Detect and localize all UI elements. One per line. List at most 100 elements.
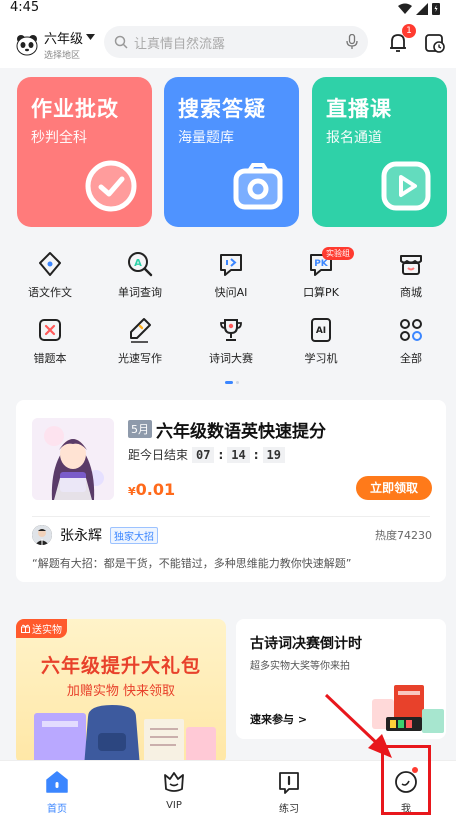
course-price: ¥0.01 (128, 480, 175, 499)
history-button[interactable] (424, 32, 446, 54)
course-quote: “解题有大招：都是干货，不能错过，多种思维能力教你快速解题” (32, 557, 352, 570)
quick-entry-label: 快问AI (214, 286, 248, 299)
highlight-box (381, 745, 431, 815)
page-dot (236, 381, 239, 384)
month-badge: 5月 (128, 420, 152, 438)
poetry-subtitle: 超多实物大奖等你来拍 (250, 661, 350, 672)
quick-entry-composition[interactable]: 语文作文 (15, 250, 85, 306)
poetry-title: 古诗词决赛倒计时 (250, 636, 362, 652)
gift-package-card[interactable]: 送实物 六年级提升大礼包 加赠实物 快来领取 (16, 619, 226, 764)
mistake-book-icon (39, 319, 61, 341)
status-icons (398, 2, 440, 15)
search-answer-card[interactable]: 搜索答疑 海量题库 (164, 77, 299, 227)
tab-label: 练习 (279, 804, 299, 815)
quick-entry-shop[interactable]: 商城 (376, 250, 446, 306)
currency-symbol: ¥ (128, 485, 136, 498)
ai-chat-icon (220, 254, 242, 276)
quick-entry-label: 光速写作 (118, 352, 162, 365)
grade-selector[interactable]: 六年级 选择地区 (16, 28, 96, 61)
quick-entry-label: 错题本 (33, 352, 67, 365)
quick-writing-icon (130, 318, 151, 343)
tab-vip[interactable]: VIP (144, 769, 204, 811)
vip-icon (164, 772, 184, 792)
course-promo-card[interactable]: 5月 六年级数语英快速提分 距今日结束 07: 14: 19 ¥0.01 立即领… (16, 400, 446, 582)
wifi-icon (398, 3, 412, 14)
card-subtitle: 秒判全科 (31, 130, 87, 146)
signal-icon (416, 2, 428, 15)
panda-avatar-icon (16, 34, 38, 55)
status-bar: 4:45 (0, 0, 456, 20)
avatar (32, 525, 52, 545)
quick-entry-mental-math-pk[interactable]: PK 实验组 口算PK (286, 247, 356, 306)
quick-entry-label: 全部 (400, 352, 422, 365)
card-subtitle: 海量题库 (178, 130, 234, 146)
page-dot-active (225, 381, 233, 384)
quick-entry-ask-ai[interactable]: 快问AI (196, 250, 266, 306)
search-placeholder: 让真情自然流露 (134, 36, 226, 52)
search-icon (114, 35, 128, 49)
shop-icon (400, 255, 422, 275)
checkmark-icon (85, 160, 137, 212)
search-input[interactable]: 让真情自然流露 (104, 26, 368, 58)
quick-entry-all[interactable]: 全部 (376, 316, 446, 372)
page-indicator (225, 381, 239, 384)
gift-items-illustration (34, 705, 216, 764)
quick-entry-label: 口算PK (303, 286, 339, 299)
svg-text:A: A (134, 258, 142, 269)
gift-icon (21, 624, 30, 633)
heat-count: 热度74230 (375, 529, 432, 542)
microphone-icon[interactable] (346, 34, 358, 50)
course-title: 六年级数语英快速提分 (156, 422, 326, 442)
quick-entry-label: 语文作文 (28, 286, 72, 299)
gift-tag-label: 送实物 (32, 625, 62, 636)
teacher-avatar-icon (32, 525, 52, 545)
svg-text:AI: AI (316, 326, 326, 336)
poetry-countdown-card[interactable]: 古诗词决赛倒计时 超多实物大奖等你来拍 速来参与 > (236, 619, 446, 739)
top-header: 六年级 选择地区 让真情自然流露 1 (0, 20, 456, 68)
quick-entry-label: 单词查询 (118, 286, 162, 299)
tab-practice[interactable]: 练习 (259, 769, 319, 815)
pen-nib-icon (39, 252, 61, 276)
claim-now-button[interactable]: 立即领取 (356, 476, 432, 500)
quick-entry-word-lookup[interactable]: A 单词查询 (105, 250, 175, 306)
quick-entry-label: 诗词大赛 (209, 352, 253, 365)
live-class-card[interactable]: 直播课 报名通道 (312, 77, 447, 227)
author-row: 张永辉 独家大招 热度74230 (32, 524, 432, 546)
homework-check-card[interactable]: 作业批改 秒判全科 (17, 77, 152, 227)
course-cover-image (32, 418, 114, 500)
card-subtitle: 报名通道 (326, 130, 382, 146)
join-now-link[interactable]: 速来参与 > (250, 711, 307, 727)
quick-entry-mistake-book[interactable]: 错题本 (15, 316, 85, 372)
exclusive-tag: 独家大招 (110, 526, 158, 544)
play-icon (381, 161, 431, 211)
quick-entry-label: 商城 (400, 286, 422, 299)
grid-all-icon (400, 319, 422, 341)
status-time: 4:45 (10, 0, 40, 15)
notification-badge: 1 (402, 24, 416, 38)
tab-label: 首页 (47, 804, 67, 815)
countdown-hours: 07 (192, 446, 215, 463)
region-hint: 选择地区 (44, 51, 81, 61)
notification-button[interactable]: 1 (386, 24, 416, 54)
countdown-minutes: 14 (227, 446, 250, 463)
grade-label: 六年级 (44, 32, 84, 47)
divider (32, 516, 430, 517)
experiment-tag: 实验组 (322, 247, 354, 260)
practice-icon (279, 772, 299, 794)
price-value: 0.01 (135, 480, 176, 499)
quick-entry-fast-writing[interactable]: 光速写作 (105, 316, 175, 372)
word-search-icon: A (128, 252, 153, 277)
home-icon (46, 771, 68, 793)
card-title: 搜索答疑 (178, 97, 266, 121)
countdown-label: 距今日结束 (128, 448, 189, 462)
quick-entry-poetry-contest[interactable]: 诗词大赛 (196, 316, 266, 372)
gift-title: 六年级提升大礼包 (40, 655, 201, 677)
svg-text:PK: PK (314, 259, 329, 269)
caret-down-icon (86, 34, 96, 40)
quick-entry-learning-device[interactable]: AI 学习机 (286, 316, 356, 372)
battery-icon (432, 3, 440, 15)
card-title: 作业批改 (31, 97, 119, 121)
tab-home[interactable]: 首页 (27, 769, 87, 815)
prize-illustration (372, 685, 444, 733)
learning-device-icon: AI (311, 318, 331, 342)
